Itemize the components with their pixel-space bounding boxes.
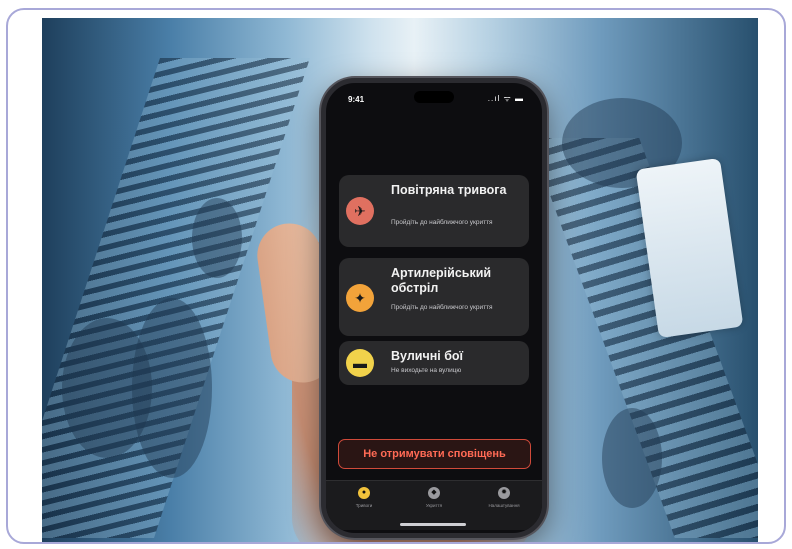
alert-subtitle: Пройдіть до найближчого укриття <box>391 304 493 311</box>
artillery-icon: ✦ <box>346 284 374 312</box>
alert-title: Повітряна тривога <box>391 183 507 197</box>
alert-icon: ● <box>358 487 370 499</box>
tab-label: Тривоги <box>355 503 373 508</box>
alert-card-artillery[interactable]: ✦ Артилерійський обстріл Пройдіть до най… <box>339 258 529 336</box>
crowd-figure <box>132 298 212 478</box>
crowd-figure <box>192 198 242 278</box>
tab-settings[interactable]: ✹ Налаштування <box>474 487 534 508</box>
alert-subtitle: Пройдіть до найближчого укриття <box>391 219 493 226</box>
alert-title: Артилерійський обстріл <box>391 266 492 295</box>
home-indicator <box>400 523 466 526</box>
tab-shelters[interactable]: ◆ Укриття <box>404 487 464 508</box>
alert-card-street-fights[interactable]: ▬ Вуличні бої Не виходьте на вулицю <box>339 341 529 385</box>
image-frame: 9:41 ..ıl ᯤ ▬ ✈ Повітряна тривога Пройді… <box>6 8 786 544</box>
alert-title: Вуличні бої <box>391 349 464 363</box>
status-bar: 9:41 ..ıl ᯤ ▬ <box>326 83 542 109</box>
map-icon: ◆ <box>428 487 440 499</box>
tab-label: Налаштування <box>488 503 520 508</box>
settings-icon: ✹ <box>498 487 510 499</box>
missile-icon: ✈ <box>346 197 374 225</box>
dynamic-island <box>414 91 454 103</box>
rifle-icon: ▬ <box>346 349 374 377</box>
signal-battery-icon: ..ıl ᯤ ▬ <box>487 94 524 103</box>
crowd-figure <box>602 408 662 508</box>
alert-card-air-raid[interactable]: ✈ Повітряна тривога Пройдіть до найближч… <box>339 175 529 247</box>
mute-notifications-button[interactable]: Не отримувати сповіщень <box>338 439 531 469</box>
tab-alerts[interactable]: ● Тривоги <box>334 487 394 508</box>
metro-escalator-photo: 9:41 ..ıl ᯤ ▬ ✈ Повітряна тривога Пройді… <box>42 18 758 542</box>
status-time: 9:41 <box>348 95 365 104</box>
alert-subtitle: Не виходьте на вулицю <box>391 367 462 374</box>
tab-label: Укриття <box>425 503 443 508</box>
smartphone: 9:41 ..ıl ᯤ ▬ ✈ Повітряна тривога Пройді… <box>321 78 547 538</box>
